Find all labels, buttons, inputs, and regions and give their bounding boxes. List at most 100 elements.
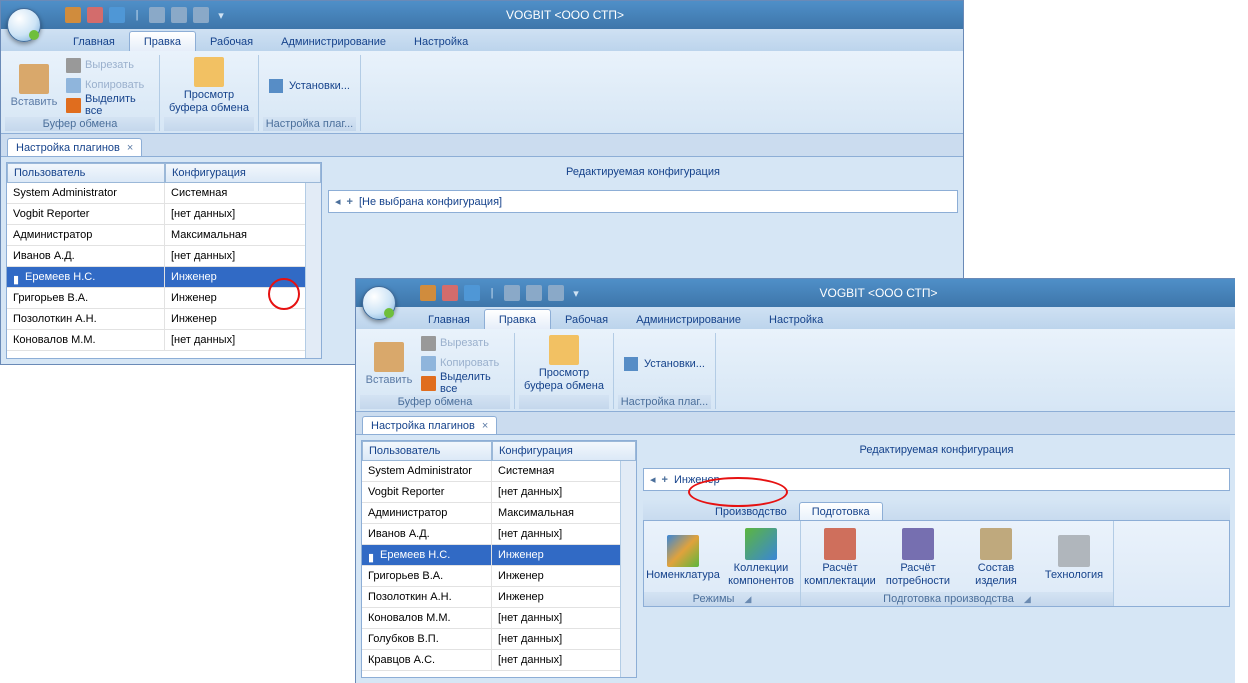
qat-icon-6[interactable] <box>193 7 209 23</box>
qat-more-icon[interactable]: ▾ <box>215 7 227 23</box>
cell-user-text: Позолоткин А.Н. <box>13 313 97 325</box>
close-icon[interactable]: × <box>127 142 133 154</box>
doc-tab-label: Настройка плагинов <box>371 420 475 432</box>
menu-work[interactable]: Рабочая <box>196 32 267 51</box>
plus-icon[interactable]: + <box>347 196 353 208</box>
composition-button[interactable]: Состав изделия <box>957 524 1035 592</box>
menu-edit[interactable]: Правка <box>484 309 551 329</box>
menu-edit[interactable]: Правка <box>129 31 196 51</box>
cell-user: Григорьев В.А. <box>362 566 492 587</box>
nomenclature-button[interactable]: Номенклатура <box>644 524 722 592</box>
cut-button[interactable]: Вырезать <box>63 55 155 75</box>
table-row[interactable]: ▮Еремеев Н.С.Инженер▸ <box>7 267 321 288</box>
menu-main[interactable]: Главная <box>59 32 129 51</box>
table-row[interactable]: ▮Еремеев Н.С.Инженер▸ <box>362 545 636 566</box>
qat-icon-5[interactable] <box>171 7 187 23</box>
calc-complect-button[interactable]: Расчёт комплектации <box>801 524 879 592</box>
view-clipboard-button[interactable]: Просмотр буфера обмена <box>519 333 609 395</box>
table-row[interactable]: Vogbit Reporter[нет данных] <box>7 204 321 225</box>
select-all-button[interactable]: Выделить все <box>63 95 155 115</box>
view-clipboard-button[interactable]: Просмотр буфера обмена <box>164 55 254 117</box>
table-row[interactable]: АдминистраторМаксимальная <box>362 503 636 524</box>
technology-label: Технология <box>1045 569 1103 582</box>
qat-icon-2[interactable] <box>87 7 103 23</box>
install-button[interactable]: Установки... <box>618 333 711 395</box>
arrow-left-icon[interactable]: ◂ <box>650 473 656 486</box>
copy-button[interactable]: Копировать <box>63 75 155 95</box>
table-row[interactable]: Кравцов А.С.[нет данных] <box>362 650 636 671</box>
menu-admin[interactable]: Администрирование <box>267 32 400 51</box>
table-row[interactable]: System AdministratorСистемная <box>7 183 321 204</box>
grid-scrollbar[interactable] <box>620 461 636 677</box>
table-row[interactable]: Григорьев В.А.Инженер <box>7 288 321 309</box>
menu-settings[interactable]: Настройка <box>400 32 482 51</box>
calc-need-button[interactable]: Расчёт потребности <box>879 524 957 592</box>
col-user-header[interactable]: Пользователь <box>7 163 165 183</box>
table-row[interactable]: Иванов А.Д.[нет данных] <box>7 246 321 267</box>
qat-icon-3[interactable] <box>464 285 480 301</box>
qat-more-icon[interactable]: ▾ <box>570 285 582 301</box>
tab-preparation[interactable]: Подготовка <box>799 502 883 520</box>
cell-config-text: [нет данных] <box>171 334 235 346</box>
group-launcher-icon[interactable]: ◢ <box>1024 594 1031 605</box>
cell-config: [нет данных] <box>492 629 636 650</box>
table-row[interactable]: System AdministratorСистемная <box>362 461 636 482</box>
collections-button[interactable]: Коллекции компонентов <box>722 524 800 592</box>
config-bar[interactable]: ◂ + [Не выбрана конфигурация] <box>328 190 958 213</box>
copy-button[interactable]: Копировать <box>418 353 510 373</box>
table-row[interactable]: Коновалов М.М.[нет данных] <box>362 608 636 629</box>
calc-need-icon <box>902 528 934 560</box>
grid-scrollbar[interactable] <box>305 183 321 358</box>
qat-icon-1[interactable] <box>65 7 81 23</box>
menu-main[interactable]: Главная <box>414 310 484 329</box>
table-row[interactable]: АдминистраторМаксимальная <box>7 225 321 246</box>
paste-button[interactable]: Вставить <box>360 333 418 395</box>
table-row[interactable]: Позолоткин А.Н.Инженер <box>7 309 321 330</box>
table-row[interactable]: Vogbit Reporter[нет данных] <box>362 482 636 503</box>
col-user-header[interactable]: Пользователь <box>362 441 492 461</box>
table-row[interactable]: Позолоткин А.Н.Инженер <box>362 587 636 608</box>
menu-settings[interactable]: Настройка <box>755 310 837 329</box>
arrow-left-icon[interactable]: ◂ <box>335 195 341 208</box>
table-row[interactable]: Григорьев В.А. Инженер <box>362 566 636 587</box>
cell-config-text: [нет данных] <box>498 612 562 624</box>
table-row[interactable]: Иванов А.Д.[нет данных] <box>362 524 636 545</box>
install-button[interactable]: Установки... <box>263 55 356 117</box>
doc-tab-plugins[interactable]: Настройка плагинов × <box>362 416 497 434</box>
qat-icon-3[interactable] <box>109 7 125 23</box>
qat-icon-2[interactable] <box>442 285 458 301</box>
copy-label: Копировать <box>440 357 499 369</box>
select-all-button[interactable]: Выделить все <box>418 373 510 393</box>
col-config-header[interactable]: Конфигурация <box>165 163 321 183</box>
app-menu-button[interactable] <box>1 1 47 29</box>
app-menu-button[interactable] <box>356 279 402 307</box>
qat-icon-4[interactable] <box>149 7 165 23</box>
qat-separator: | <box>486 285 498 301</box>
composition-label: Состав изделия <box>959 562 1033 587</box>
technology-button[interactable]: Технология <box>1035 524 1113 592</box>
tab-production[interactable]: Производство <box>703 503 799 520</box>
table-row[interactable]: Коновалов М.М.[нет данных] <box>7 330 321 351</box>
menu-admin[interactable]: Администрирование <box>622 310 755 329</box>
config-bar[interactable]: ◂ + Инженер <box>643 468 1230 491</box>
cell-user: Vogbit Reporter <box>7 204 165 225</box>
qat-icon-6[interactable] <box>548 285 564 301</box>
qat-icon-1[interactable] <box>420 285 436 301</box>
cell-user: Иванов А.Д. <box>7 246 165 267</box>
doc-tab-label: Настройка плагинов <box>16 142 120 154</box>
cell-user-text: System Administrator <box>13 187 117 199</box>
qat-icon-4[interactable] <box>504 285 520 301</box>
table-row[interactable]: Голубков В.П.[нет данных] <box>362 629 636 650</box>
paste-button[interactable]: Вставить <box>5 55 63 117</box>
cut-button[interactable]: Вырезать <box>418 333 510 353</box>
copy-label: Копировать <box>85 79 144 91</box>
plus-icon[interactable]: + <box>662 474 668 486</box>
qat-icon-5[interactable] <box>526 285 542 301</box>
group-launcher-icon[interactable]: ◢ <box>744 594 751 605</box>
clipboard-group-label-2 <box>519 395 609 409</box>
close-icon[interactable]: × <box>482 420 488 432</box>
menu-work[interactable]: Рабочая <box>551 310 622 329</box>
cell-config-text: Инженер <box>498 570 544 582</box>
col-config-header[interactable]: Конфигурация <box>492 441 636 461</box>
doc-tab-plugins[interactable]: Настройка плагинов × <box>7 138 142 156</box>
